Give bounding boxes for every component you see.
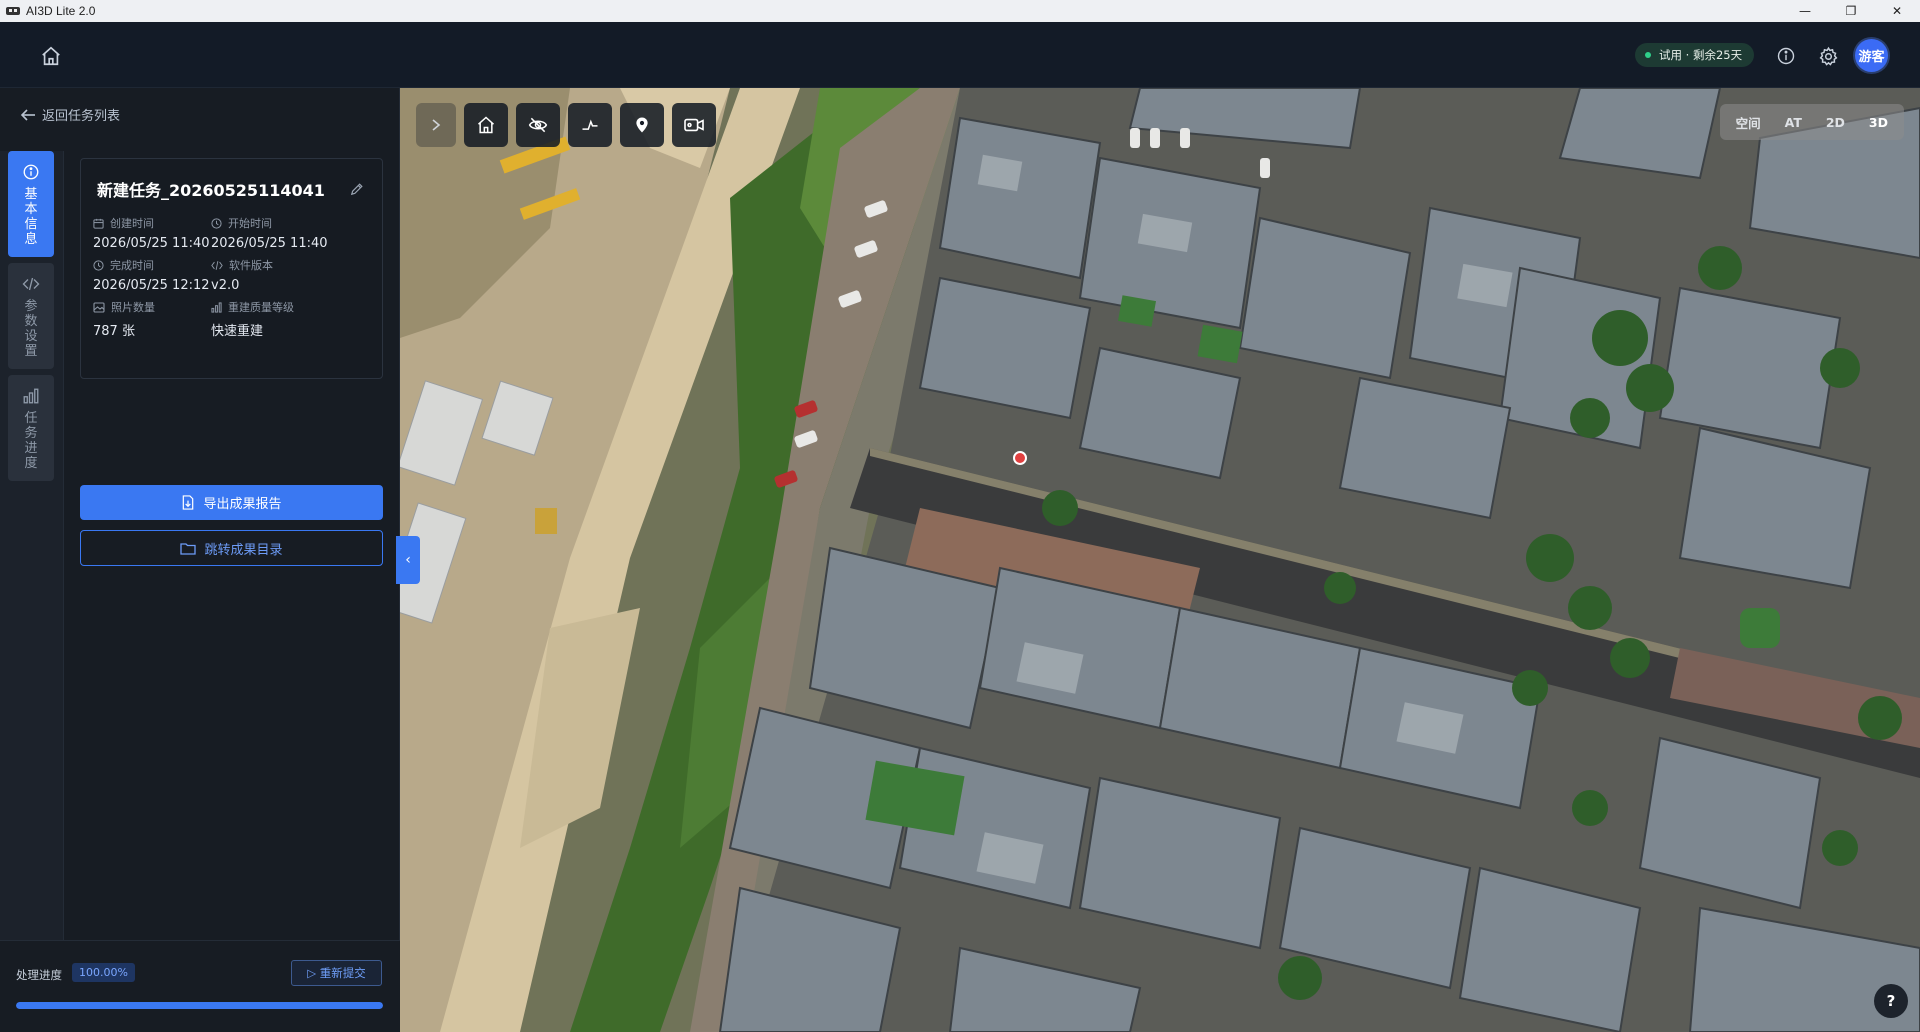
resubmit-button[interactable]: ▷ 重新提交 [291, 960, 382, 986]
field-value: v2.0 [211, 278, 240, 293]
clock-icon [93, 259, 104, 271]
field-value: 快速重建 [211, 324, 264, 339]
gear-icon [1819, 46, 1837, 66]
measure-button[interactable] [568, 103, 612, 147]
measure-icon [582, 119, 598, 130]
calendar-icon [93, 218, 104, 229]
field-start-time: 开始时间 2026/05/25 11:40 [211, 215, 351, 251]
home-icon [42, 46, 60, 66]
trial-status-badge: 试用 · 剩余25天 [1635, 43, 1755, 67]
field-quality-level: 重建质量等级 快速重建 [211, 299, 351, 339]
reset-view-button[interactable] [464, 103, 508, 147]
location-pin-icon [636, 117, 648, 133]
clock-icon [211, 217, 222, 229]
field-label: 创建时间 [110, 217, 154, 230]
chevron-right-icon [432, 119, 441, 131]
maximize-button[interactable]: ❐ [1828, 0, 1874, 22]
code-icon [211, 260, 223, 271]
image-icon [93, 301, 105, 313]
task-name: 新建任务_20260525114041 [97, 181, 325, 200]
status-dot [1645, 52, 1651, 58]
signal-icon [211, 301, 222, 313]
collapse-panel-button[interactable]: ‹ [396, 536, 420, 584]
tab-progress[interactable]: 任务进度 [8, 375, 54, 481]
record-video-button[interactable] [672, 103, 716, 147]
window-controls: — ❐ ✕ [1782, 0, 1920, 22]
minimize-button[interactable]: — [1782, 0, 1828, 22]
tab-parameters[interactable]: 参数设置 [8, 263, 54, 369]
view-mode-switch: 空间 AT 2D 3D [1719, 104, 1904, 140]
app-header: 试用 · 剩余25天 游客 [0, 22, 1920, 88]
mode-3d[interactable]: 3D [1857, 108, 1900, 136]
bar-chart-icon [23, 388, 39, 404]
field-label: 软件版本 [229, 259, 273, 272]
home-button[interactable] [38, 43, 64, 69]
help-button[interactable]: ? [1874, 984, 1908, 1018]
export-report-button[interactable]: 导出成果报告 [80, 485, 383, 520]
export-file-icon [181, 495, 195, 510]
app-logo-icon [6, 4, 20, 18]
mode-at[interactable]: AT [1773, 108, 1814, 136]
window-titlebar: AI3D Lite 2.0 — ❐ ✕ [0, 0, 1920, 22]
viewer-toolbar [416, 103, 716, 147]
3d-model-viewport[interactable]: 空间 AT 2D 3D ? [400, 88, 1920, 1032]
info-circle-icon [23, 164, 39, 180]
task-info-card: 新建任务_20260525114041 创建时间 2026/05/25 11:4… [80, 158, 383, 379]
progress-bar [16, 1002, 383, 1009]
close-window-button[interactable]: ✕ [1874, 0, 1920, 22]
side-tab-bar: 基本信息 参数设置 任务进度 [0, 151, 64, 951]
back-label: 返回任务列表 [42, 109, 121, 124]
user-avatar[interactable]: 游客 [1855, 39, 1888, 72]
tab-parameters-label: 参数设置 [24, 299, 38, 359]
tab-basic-info[interactable]: 基本信息 [8, 151, 54, 257]
open-output-folder-label: 跳转成果目录 [204, 542, 283, 558]
field-label: 照片数量 [111, 301, 155, 314]
app-root: AI3D Lite 2.0 — ❐ ✕ 试用 · 剩余25天 游客 返回任务列表 [0, 0, 1920, 1032]
toolbar-toggle-button[interactable] [416, 103, 456, 147]
task-detail-panel: 返回任务列表 基本信息 参数设置 任务进度 新建任务_2026052511404… [0, 88, 400, 1032]
field-software-version: 软件版本 v2.0 [211, 257, 351, 293]
progress-bar-fill [16, 1002, 383, 1009]
back-to-task-list-link[interactable]: 返回任务列表 [20, 105, 120, 124]
info-icon [1777, 47, 1795, 65]
eye-off-icon [528, 117, 548, 133]
window-title: AI3D Lite 2.0 [26, 4, 96, 18]
progress-label: 处理进度 [16, 968, 62, 982]
aerial-3d-scene [400, 88, 1920, 1032]
toggle-visibility-button[interactable] [516, 103, 560, 147]
tab-basic-info-label: 基本信息 [24, 187, 38, 247]
info-button[interactable] [1774, 44, 1798, 68]
progress-percent-badge: 100.00% [72, 963, 135, 982]
home-view-icon [478, 116, 494, 134]
field-value: 2026/05/25 11:40 [211, 236, 328, 251]
mode-2d[interactable]: 2D [1814, 108, 1857, 136]
export-report-label: 导出成果报告 [203, 497, 282, 512]
field-label: 重建质量等级 [228, 301, 294, 314]
edit-task-name-button[interactable] [350, 181, 364, 200]
video-camera-icon [684, 118, 704, 132]
code-icon [22, 277, 40, 291]
mode-space[interactable]: 空间 [1724, 108, 1773, 136]
arrow-left-icon [20, 108, 36, 122]
location-button[interactable] [620, 103, 664, 147]
trial-status-text: 试用 · 剩余25天 [1659, 48, 1743, 62]
open-output-folder-button[interactable]: 跳转成果目录 [80, 530, 383, 566]
folder-icon [180, 542, 197, 555]
settings-button[interactable] [1816, 44, 1840, 68]
pencil-icon [350, 183, 363, 196]
field-label: 开始时间 [228, 217, 272, 230]
processing-progress: 处理进度 100.00% ▷ 重新提交 [0, 940, 400, 1032]
tab-progress-label: 任务进度 [24, 411, 38, 471]
field-label: 完成时间 [110, 259, 154, 272]
